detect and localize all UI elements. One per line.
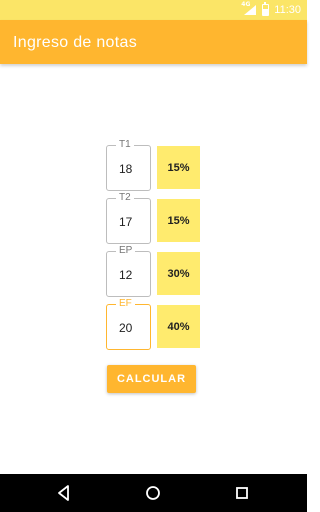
grade-field-label: EP xyxy=(116,245,136,257)
status-bar: 4G 11:30 xyxy=(0,0,307,20)
battery-icon xyxy=(262,2,270,16)
status-icons: 4G 11:30 xyxy=(241,1,301,17)
signal-label: 4G xyxy=(241,1,251,8)
grade-field-value[interactable]: 20 xyxy=(119,321,132,335)
app-bar: Ingreso de notas xyxy=(0,20,307,64)
grade-weight-t2: 15% xyxy=(157,199,200,242)
grade-field-label: EF xyxy=(116,298,135,310)
grade-weight-ef: 40% xyxy=(157,305,200,348)
grade-weight-t1: 15% xyxy=(157,146,200,189)
calculate-button[interactable]: CALCULAR xyxy=(107,365,196,393)
grade-field-label: T1 xyxy=(116,139,134,151)
grade-field-t2[interactable]: T2 17 xyxy=(106,192,151,244)
back-icon[interactable] xyxy=(54,483,74,503)
grade-field-t1[interactable]: T1 18 xyxy=(106,139,151,191)
grade-weight-ep: 30% xyxy=(157,252,200,295)
grade-field-value[interactable]: 18 xyxy=(119,162,132,176)
grade-field-ep[interactable]: EP 12 xyxy=(106,245,151,297)
navigation-bar xyxy=(0,474,307,512)
home-icon[interactable] xyxy=(143,483,163,503)
grade-field-value[interactable]: 12 xyxy=(119,268,132,282)
status-time: 11:30 xyxy=(274,4,301,16)
grade-field-ef[interactable]: EF 20 xyxy=(106,298,151,350)
grade-field-label: T2 xyxy=(116,192,134,204)
recents-icon[interactable] xyxy=(232,483,252,503)
page-title: Ingreso de notas xyxy=(13,34,137,51)
battery-level xyxy=(263,9,269,15)
signal-icon: 4G xyxy=(241,1,257,16)
grade-field-value[interactable]: 17 xyxy=(119,215,132,229)
